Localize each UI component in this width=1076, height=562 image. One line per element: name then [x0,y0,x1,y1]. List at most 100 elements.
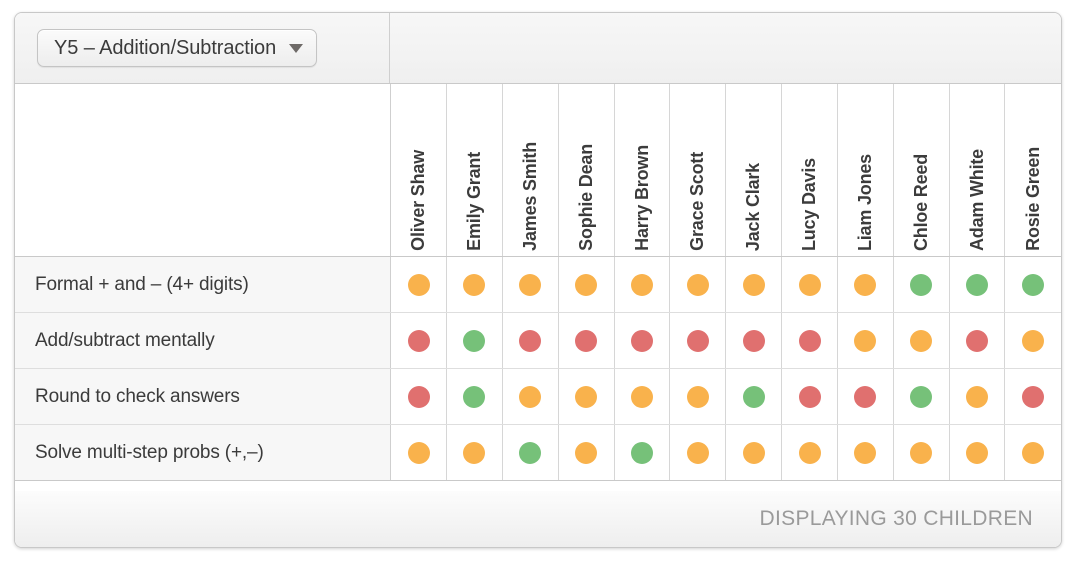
child-header-cell[interactable]: Liam Jones [837,84,894,257]
status-cell[interactable] [446,368,503,425]
status-dot-red [798,385,821,408]
child-header-cell[interactable]: Lucy Davis [781,84,838,257]
child-header-cell[interactable]: Grace Scott [669,84,727,257]
status-cell[interactable] [502,256,559,313]
status-cell[interactable] [837,368,894,425]
status-dot-green [1022,273,1045,296]
child-header-cell[interactable]: Jack Clark [725,84,783,257]
status-dot-red [686,329,709,352]
child-name-label: Lucy Davis [799,157,820,251]
status-cell[interactable] [390,368,448,425]
status-cell[interactable] [781,256,838,313]
table-row: Formal + and – (4+ digits) [15,256,1061,313]
status-cell[interactable] [390,256,448,313]
status-dot-green [631,441,653,464]
status-cell[interactable] [949,368,1006,425]
status-dot-amber [1022,441,1045,464]
status-cell[interactable] [781,312,838,369]
status-cell[interactable] [614,256,671,313]
status-cell[interactable] [781,368,838,425]
status-cell[interactable] [502,424,559,481]
status-cell[interactable] [949,256,1006,313]
status-cell[interactable] [614,312,671,369]
status-cell[interactable] [837,424,894,481]
status-cell[interactable] [837,256,894,313]
child-header-cell[interactable]: Sophie Dean [558,84,615,257]
status-dot-amber [966,385,989,408]
grid-footer: DISPLAYING 30 CHILDREN [15,491,1061,547]
child-header-cell[interactable]: Oliver Shaw [390,84,448,257]
unit-selector-label: Y5 – Addition/Subtraction [54,36,277,59]
status-cell[interactable] [725,424,783,481]
child-header-cell[interactable]: Adam White [949,84,1006,257]
status-cell[interactable] [558,312,615,369]
status-cell[interactable] [558,368,615,425]
status-cell[interactable] [893,368,950,425]
child-name-label: Liam Jones [854,153,875,251]
child-header-cell[interactable]: James Smith [502,84,559,257]
status-cell[interactable] [725,256,783,313]
status-cell[interactable] [949,424,1006,481]
child-name-label: Jack Clark [743,162,764,251]
status-cell[interactable] [502,312,559,369]
status-dot-green [910,273,933,296]
status-cell[interactable] [1004,424,1061,481]
status-dot-amber [742,441,765,464]
status-cell[interactable] [614,368,671,425]
objective-label-cell[interactable]: Add/subtract mentally [15,312,392,369]
status-dot-amber [686,385,709,408]
status-cell[interactable] [390,312,448,369]
child-header-cell[interactable]: Emily Grant [446,84,503,257]
status-dot-amber [966,441,989,464]
assessment-grid-card: Y5 – Addition/Subtraction Oliver Shaw Em… [14,12,1062,548]
status-cell[interactable] [669,424,727,481]
status-dot-green [742,385,765,408]
status-cell[interactable] [893,424,950,481]
status-cell[interactable] [893,256,950,313]
objective-label-cell[interactable]: Solve multi-step probs (+,–) [15,424,392,481]
child-header-cell[interactable]: Chloe Reed [893,84,950,257]
status-cell[interactable] [781,424,838,481]
status-cell[interactable] [558,424,615,481]
status-cell[interactable] [725,368,783,425]
objective-label-cell[interactable]: Round to check answers [15,368,392,425]
objective-label-cell[interactable]: Formal + and – (4+ digits) [15,256,392,313]
status-cell[interactable] [390,424,448,481]
status-dot-red [575,329,598,352]
status-dot-green [966,273,989,296]
status-cell[interactable] [837,312,894,369]
status-cell[interactable] [1004,256,1061,313]
toolbar-right-section [390,13,1061,83]
status-cell[interactable] [725,312,783,369]
status-dot-amber [686,273,709,296]
unit-selector-dropdown[interactable]: Y5 – Addition/Subtraction [37,29,318,67]
status-dot-red [407,385,430,408]
status-dot-amber [631,385,653,408]
child-header-cell[interactable]: Harry Brown [614,84,671,257]
status-cell[interactable] [669,312,727,369]
status-dot-amber [463,273,486,296]
status-dot-green [519,441,542,464]
status-dot-amber [407,273,430,296]
status-cell[interactable] [669,256,727,313]
status-dot-amber [798,273,821,296]
status-cell[interactable] [558,256,615,313]
table-row: Add/subtract mentally [15,312,1061,369]
status-cell[interactable] [614,424,671,481]
status-cell[interactable] [502,368,559,425]
status-cell[interactable] [893,312,950,369]
status-cell[interactable] [446,424,503,481]
status-dot-amber [854,329,877,352]
status-cell[interactable] [1004,368,1061,425]
child-header-cell[interactable]: Rosie Green [1004,84,1061,257]
status-cell[interactable] [669,368,727,425]
child-name-label: Emily Grant [463,152,484,251]
status-dot-amber [1022,329,1045,352]
status-dot-red [966,329,989,352]
status-cell[interactable] [1004,312,1061,369]
status-cell[interactable] [446,256,503,313]
status-dot-red [631,329,653,352]
status-cell[interactable] [446,312,503,369]
status-cell[interactable] [949,312,1006,369]
table-row: Solve multi-step probs (+,–) [15,424,1061,481]
